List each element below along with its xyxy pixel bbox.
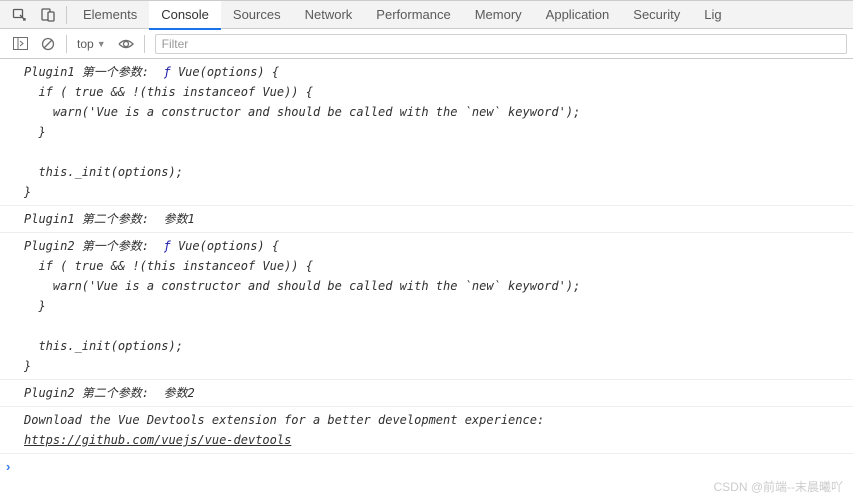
tab-security[interactable]: Security: [621, 0, 692, 29]
inspect-element-icon[interactable]: [6, 1, 34, 29]
chevron-down-icon: ▼: [97, 39, 106, 49]
divider: [66, 35, 67, 53]
devtools-tabs-bar: Elements Console Sources Network Perform…: [0, 0, 853, 29]
filter-placeholder: Filter: [162, 37, 189, 51]
console-output: Plugin1 第一个参数: ƒ Vue(options) { if ( tru…: [0, 59, 853, 454]
execution-context-selector[interactable]: top ▼: [71, 33, 112, 55]
console-toolbar: top ▼ Filter: [0, 29, 853, 59]
tab-console[interactable]: Console: [149, 1, 221, 30]
clear-console-icon[interactable]: [34, 30, 62, 58]
console-log-entry[interactable]: Plugin2 第一个参数: ƒ Vue(options) { if ( tru…: [0, 233, 853, 380]
context-label: top: [77, 37, 94, 51]
console-prompt[interactable]: ›: [0, 454, 853, 478]
tab-performance[interactable]: Performance: [364, 0, 462, 29]
devtools-link[interactable]: https://github.com/vuejs/vue-devtools: [24, 433, 291, 447]
function-keyword: ƒ: [163, 239, 170, 253]
filter-input[interactable]: Filter: [155, 34, 847, 54]
tab-elements[interactable]: Elements: [71, 0, 149, 29]
console-sidebar-toggle-icon[interactable]: [6, 30, 34, 58]
tab-application[interactable]: Application: [534, 0, 622, 29]
tab-memory[interactable]: Memory: [463, 0, 534, 29]
console-log-entry[interactable]: Plugin2 第二个参数: 参数2: [0, 380, 853, 407]
tab-network[interactable]: Network: [293, 0, 365, 29]
device-toolbar-icon[interactable]: [34, 1, 62, 29]
console-log-entry[interactable]: Download the Vue Devtools extension for …: [0, 407, 853, 454]
tab-lighthouse[interactable]: Lig: [692, 0, 733, 29]
console-log-entry[interactable]: Plugin1 第二个参数: 参数1: [0, 206, 853, 233]
function-keyword: ƒ: [163, 65, 170, 79]
watermark: CSDN @前端--末晨曦吖: [713, 478, 843, 495]
divider: [144, 35, 145, 53]
divider: [66, 6, 67, 24]
tab-sources[interactable]: Sources: [221, 0, 293, 29]
live-expression-icon[interactable]: [112, 30, 140, 58]
chevron-right-icon: ›: [6, 459, 10, 474]
console-log-entry[interactable]: Plugin1 第一个参数: ƒ Vue(options) { if ( tru…: [0, 59, 853, 206]
